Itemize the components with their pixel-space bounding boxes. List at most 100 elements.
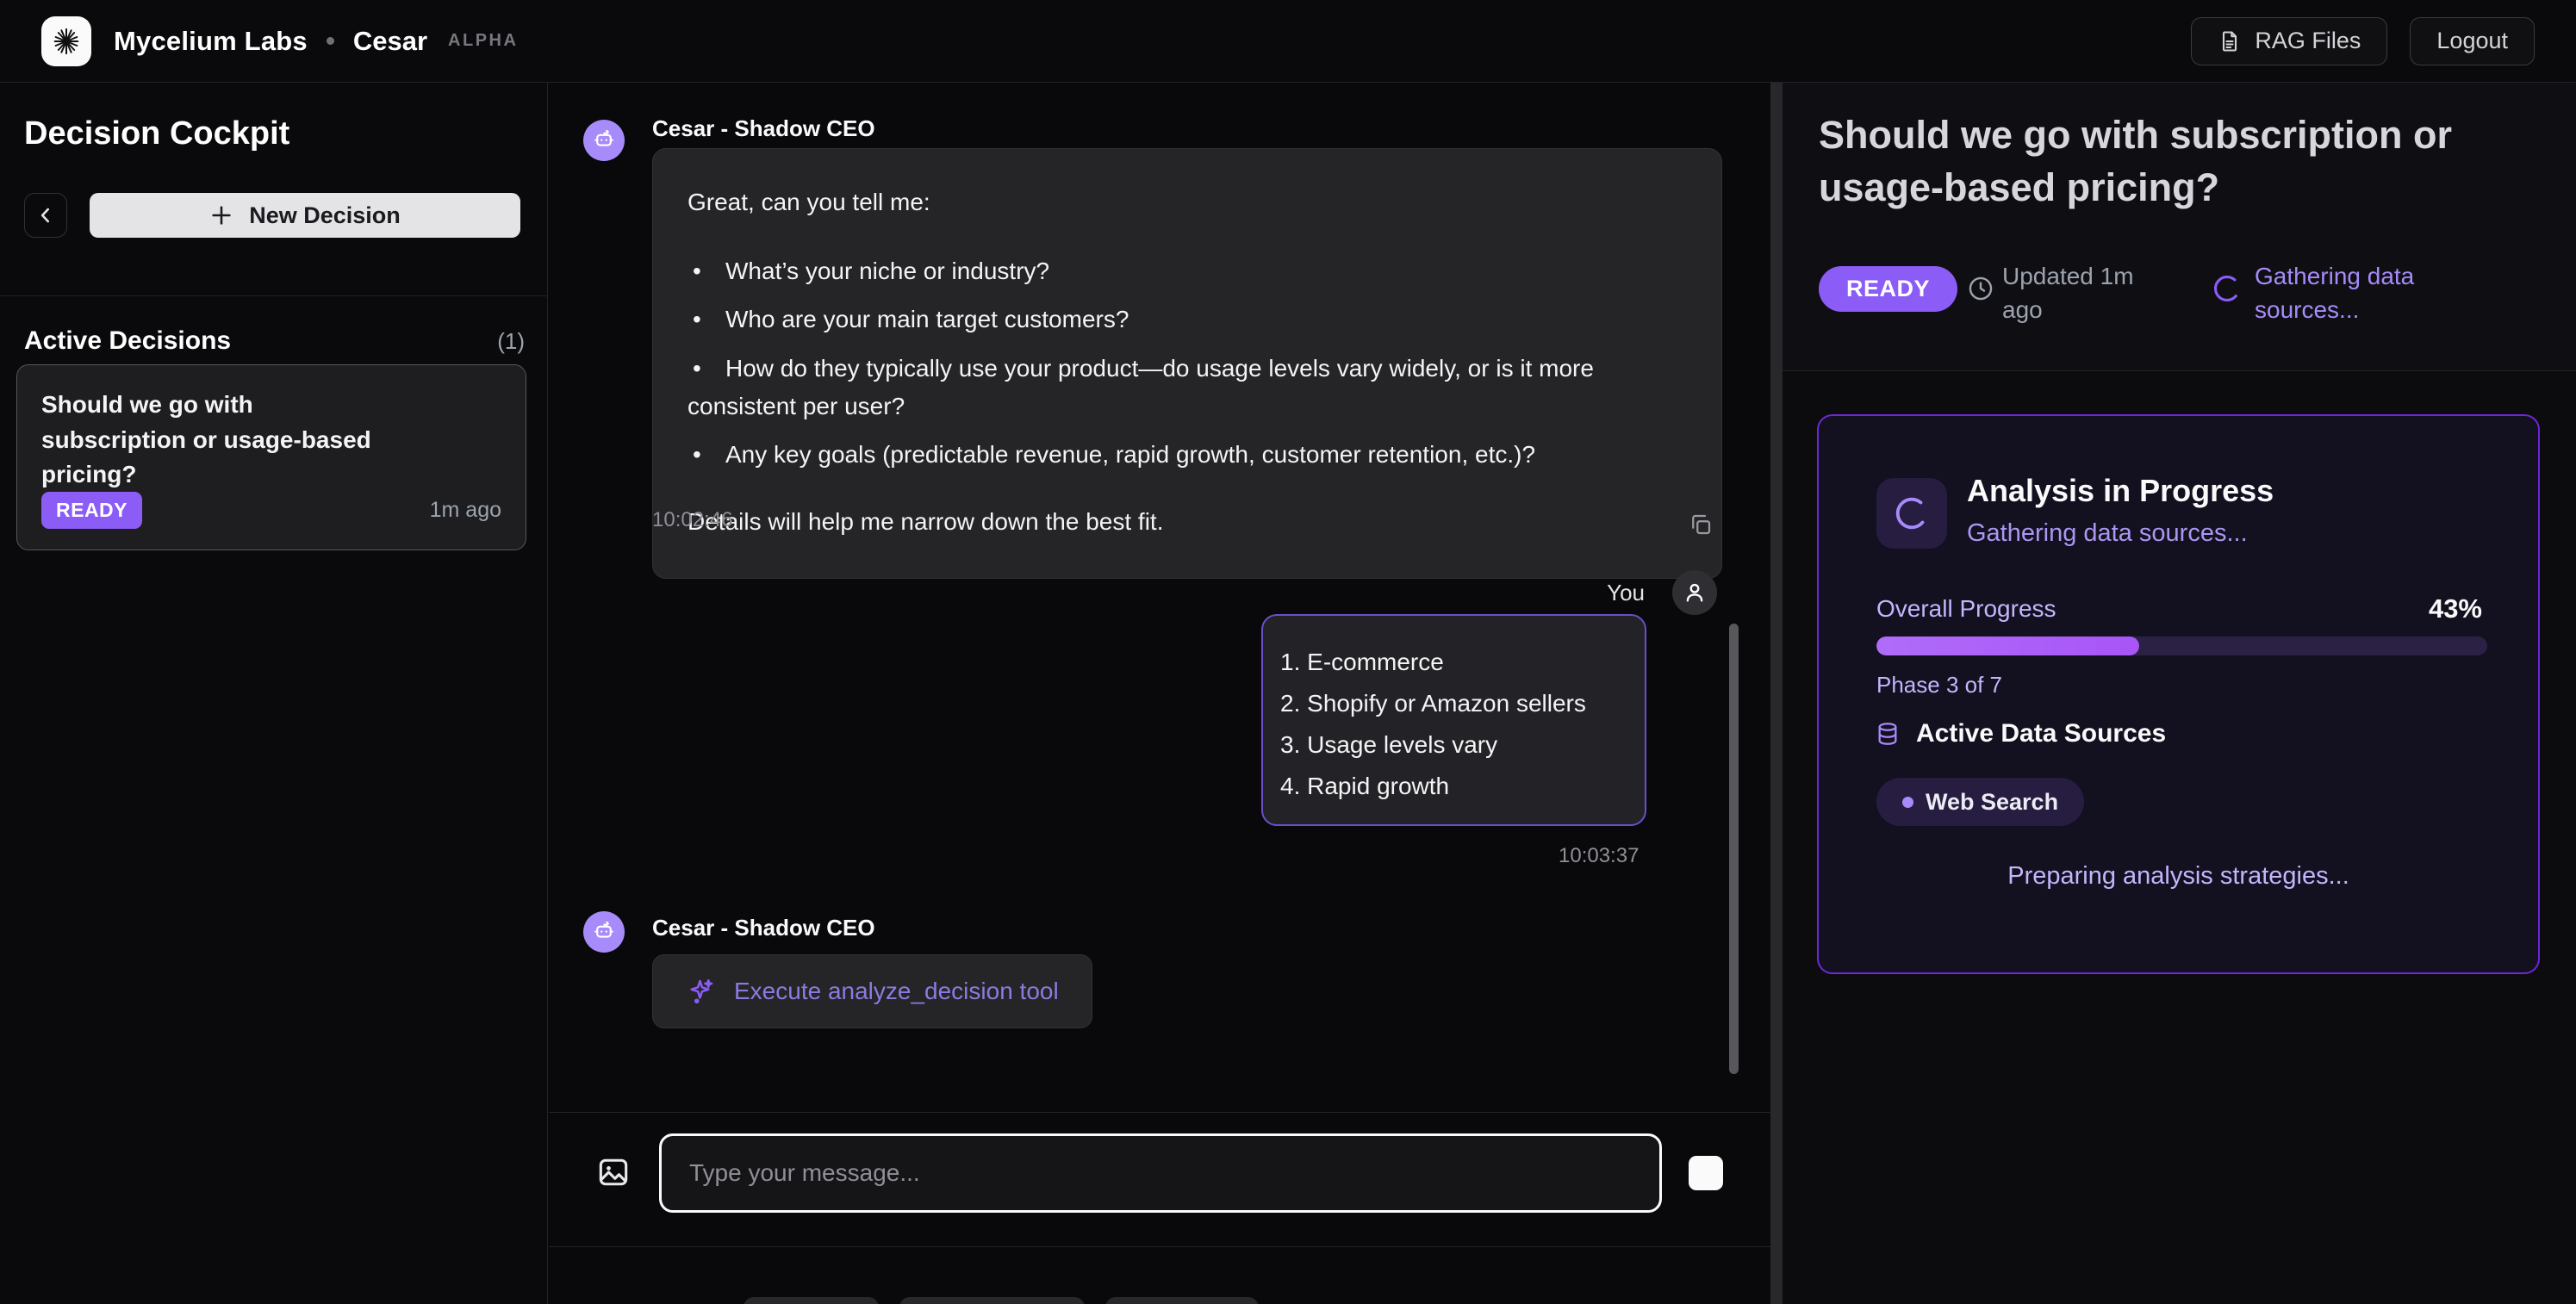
collapse-sidebar-button[interactable] [24, 193, 67, 238]
clock-icon [1966, 274, 1995, 303]
active-decisions-title: Active Decisions [24, 326, 231, 356]
user-message-bubble: E-commerce Shopify or Amazon sellers Usa… [1261, 614, 1646, 826]
data-source-database-button[interactable]: Database [899, 1297, 1085, 1304]
overall-progress-label: Overall Progress [1876, 595, 2056, 623]
image-icon [594, 1153, 632, 1191]
updated-timestamp: Updated 1m ago [2002, 259, 2153, 326]
decision-item-title: Should we go with subscription or usage-… [41, 388, 403, 493]
copy-icon [1688, 512, 1714, 537]
bot-message-bubble: Great, can you tell me: •What’s your nic… [652, 148, 1722, 579]
rag-files-button[interactable]: RAG Files [2191, 17, 2387, 65]
bot-message-sender: Cesar - Shadow CEO [652, 115, 875, 142]
starburst-icon [49, 24, 84, 59]
decision-sidebar: Decision Cockpit New Decision Active Dec… [0, 83, 548, 1304]
database-icon [1874, 720, 1901, 748]
status-badge: READY [41, 492, 142, 529]
robot-icon [591, 127, 617, 153]
stop-generation-button[interactable] [1689, 1156, 1723, 1190]
bot-bullet-text: Any key goals (predictable revenue, rapi… [725, 441, 1535, 468]
user-list-item: Rapid growth [1280, 766, 1636, 807]
active-data-sources-header: Active Data Sources [1874, 719, 2166, 748]
bot-bullet-text: Who are your main target customers? [725, 306, 1129, 332]
spinner-arc-icon [1892, 494, 1932, 533]
bot-message-timestamp: 10:02:46 [652, 508, 732, 532]
agent-name: Cesar [353, 26, 427, 57]
analysis-spinner-tile [1876, 478, 1947, 549]
progress-bar-track [1876, 636, 2487, 655]
bot-bullet-item: •Who are your main target customers? [688, 301, 1687, 338]
sparkles-icon [686, 976, 717, 1007]
copy-message-button[interactable] [1688, 510, 1717, 539]
bot-bullet-item: •Any key goals (predictable revenue, rap… [688, 436, 1687, 474]
person-icon [1682, 580, 1708, 605]
chevron-left-icon [34, 204, 57, 227]
user-list-item: E-commerce [1280, 642, 1636, 683]
decision-detail-panel: Should we go with subscription or usage-… [1783, 83, 2576, 1304]
decision-item-footer: READY 1m ago [41, 492, 501, 529]
user-message-sender: You [1607, 580, 1645, 606]
overall-progress-row: Overall Progress 43% [1876, 593, 2482, 624]
chat-scrollbar-thumb[interactable] [1729, 624, 1739, 1074]
active-data-sources-title: Active Data Sources [1916, 719, 2166, 748]
bot-bullet-item: •What’s your niche or industry? [688, 252, 1687, 290]
source-active-dot [1902, 797, 1913, 808]
overall-progress-value: 43% [2429, 593, 2482, 624]
bot-avatar [583, 120, 625, 161]
attach-image-button[interactable] [594, 1152, 634, 1192]
sidebar-title: Decision Cockpit [24, 115, 289, 152]
app-window: Mycelium Labs Cesar ALPHA RAG Files Logo… [0, 0, 2576, 1304]
logout-button[interactable]: Logout [2410, 17, 2535, 65]
active-decisions-header: Active Decisions (1) [24, 326, 525, 356]
alpha-badge: ALPHA [448, 31, 518, 51]
mycelium-logo [41, 16, 91, 66]
logout-label: Logout [2436, 28, 2508, 54]
bot-message-outro: Details will help me narrow down the bes… [688, 503, 1687, 541]
decision-item-time: 1m ago [430, 498, 501, 523]
analysis-progress-card: Analysis in Progress Gathering data sour… [1817, 414, 2540, 974]
progress-bar-fill [1876, 636, 2139, 655]
message-input[interactable] [659, 1133, 1662, 1213]
active-decisions-count: (1) [497, 328, 525, 355]
sidebar-divider [0, 295, 547, 296]
data-source-profile-button[interactable]: Profile [1105, 1297, 1259, 1304]
bot-message-sender: Cesar - Shadow CEO [652, 915, 875, 941]
panel-divider[interactable] [1770, 83, 1783, 1304]
bullet-marker: • [688, 350, 725, 388]
user-list-item: Usage levels vary [1280, 724, 1636, 766]
robot-icon [591, 919, 617, 945]
decision-list-item[interactable]: Should we go with subscription or usage-… [16, 364, 526, 550]
bullet-marker: • [688, 436, 725, 474]
user-message-timestamp: 10:03:37 [1559, 844, 1639, 868]
source-tag-label: Web Search [1926, 789, 2058, 816]
tool-execution-chip[interactable]: Execute analyze_decision tool [652, 954, 1092, 1028]
bot-avatar [583, 911, 625, 953]
status-badge: READY [1819, 266, 1957, 312]
tool-chip-label: Execute analyze_decision tool [734, 978, 1059, 1005]
user-avatar [1672, 570, 1717, 615]
message-input-zone [549, 1112, 1770, 1246]
bot-bullet-item: •How do they typically use your product—… [688, 350, 1687, 425]
web-search-source-tag: Web Search [1876, 778, 2084, 826]
bot-bullet-text: What’s your niche or industry? [725, 258, 1049, 284]
rag-files-label: RAG Files [2255, 28, 2361, 54]
analysis-card-subtitle: Gathering data sources... [1967, 519, 2248, 548]
user-list-item: Shopify or Amazon sellers [1280, 683, 1636, 724]
brand-name: Mycelium Labs [114, 26, 308, 57]
bot-bullet-text: How do they typically use your product—d… [688, 355, 1594, 419]
top-bar: Mycelium Labs Cesar ALPHA RAG Files Logo… [0, 0, 2576, 83]
phase-indicator: Phase 3 of 7 [1876, 672, 2002, 699]
bullet-marker: • [688, 252, 725, 290]
user-message-list: E-commerce Shopify or Amazon sellers Usa… [1280, 642, 1636, 808]
new-decision-label: New Decision [249, 202, 401, 229]
data-source-web-button[interactable]: Web [744, 1297, 879, 1304]
analysis-footer-status: Preparing analysis strategies... [1819, 862, 2538, 891]
activity-status-text: Gathering data sources... [2255, 259, 2461, 326]
activity-spinner-icon [2211, 272, 2243, 305]
analysis-card-title: Analysis in Progress [1967, 473, 2274, 509]
user-message-header: You [1607, 570, 1717, 615]
new-decision-button[interactable]: New Decision [90, 193, 520, 238]
chat-panel: Cesar - Shadow CEO Great, can you tell m… [549, 83, 1770, 1304]
document-icon [2218, 29, 2242, 53]
top-bar-actions: RAG Files Logout [2191, 17, 2535, 65]
data-sources-bar: Data Sources: Web Database [549, 1246, 1770, 1304]
